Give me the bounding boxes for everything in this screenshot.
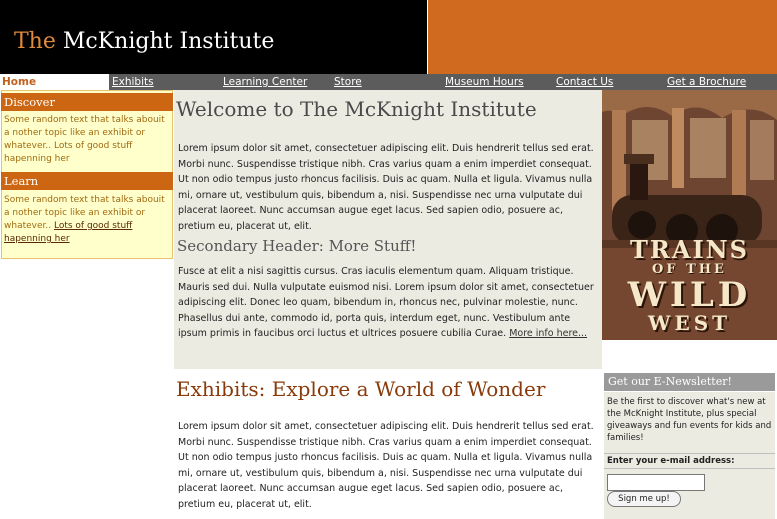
page-title: Welcome to The McKnight Institute [176,97,537,121]
sidebar-learn-text: Some random text that talks abouit a not… [4,194,170,246]
main-nav: Home Exhibits Learning Center Store Muse… [0,74,777,90]
hero-title-line3: WILD [627,275,752,315]
site-title-prefix: The [14,29,56,54]
site-title-name: McKnight Institute [62,29,275,54]
sidebar-discover-text: Some random text that talks abouit a not… [4,115,165,164]
nav-exhibits-link[interactable]: Exhibits [112,75,154,89]
newsletter-email-input[interactable] [607,474,705,491]
nav-store-link[interactable]: Store [334,75,362,89]
nav-get-brochure-link[interactable]: Get a Brochure [667,75,746,89]
sidebar: Discover Some random text that talks abo… [0,90,174,259]
header-banner-right [428,0,777,74]
newsletter-heading: Get our E-Newsletter! [604,373,775,391]
newsletter-email-label: Enter your e-mail address: [604,453,775,469]
nav-home-link[interactable]: Home [2,75,36,89]
nav-learning-center-link[interactable]: Learning Center [223,75,307,89]
sidebar-discover-heading: Discover [1,93,173,111]
newsletter-description: Be the first to discover what's new at t… [607,397,772,443]
nav-museum-hours-link[interactable]: Museum Hours [445,75,524,89]
header-banner-left: The McKnight Institute [0,0,427,74]
trains-of-the-wild-west-image[interactable]: TRAINS OF THE WILD WEST [602,90,777,340]
intro-paragraph: Lorem ipsum dolor sit amet, consectetuer… [178,143,594,232]
site-title: The McKnight Institute [14,28,274,56]
more-info-link[interactable]: More info here... [509,328,587,339]
nav-contact-us-link[interactable]: Contact Us [556,75,613,89]
exhibits-paragraph: Lorem ipsum dolor sit amet, consectetuer… [178,421,594,510]
hero-title-line4: WEST [647,311,732,335]
hero-title-line1: TRAINS [630,235,749,264]
exhibits-title: Exhibits: Explore a World of Wonder [176,377,546,401]
sidebar-learn-heading: Learn [1,172,173,190]
secondary-paragraph: Fusce at elit a nisi sagittis cursus. Cr… [178,264,596,342]
secondary-header: Secondary Header: More Stuff! [177,237,417,255]
newsletter-signup-button[interactable]: Sign me up! [607,491,681,507]
